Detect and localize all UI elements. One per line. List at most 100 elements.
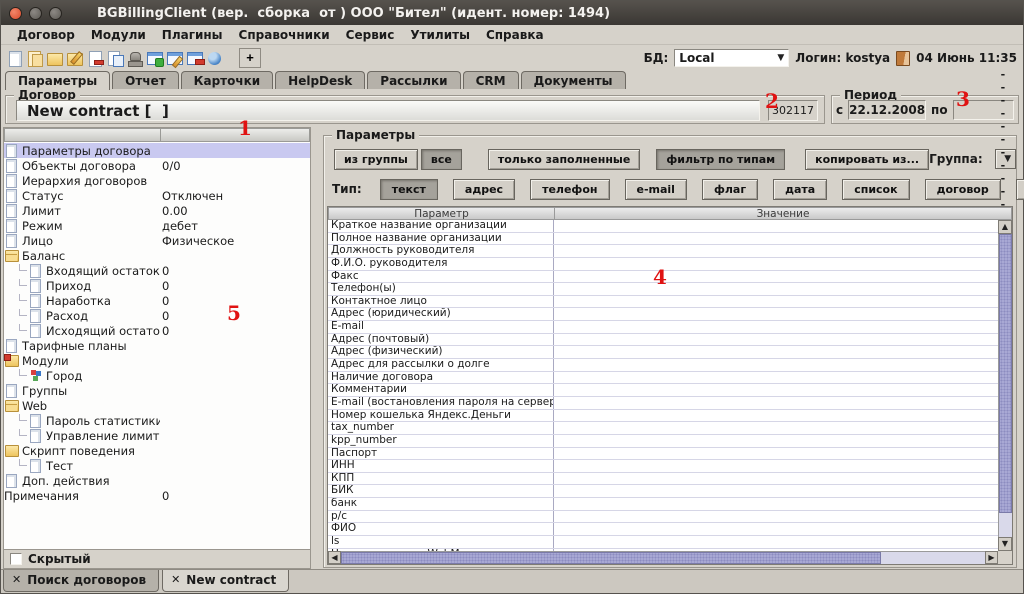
paste-document-icon[interactable]	[106, 50, 124, 67]
tree-item[interactable]: Режим дебет	[4, 218, 310, 233]
tree-item[interactable]: Лимит 0.00	[4, 203, 310, 218]
param-value-cell[interactable]	[554, 283, 998, 295]
tree-item[interactable]: Объекты договора 0/0	[4, 158, 310, 173]
table-row[interactable]: Должность руководителя	[328, 245, 998, 258]
table-row[interactable]: ИНН	[328, 460, 998, 473]
tree-item[interactable]: Входящий остаток 0	[4, 263, 310, 278]
tree-item[interactable]: Лицо Физическое	[4, 233, 310, 248]
menu-item[interactable]: Модули	[83, 26, 154, 44]
table-row[interactable]: tax_number	[328, 422, 998, 435]
scroll-left-icon[interactable]: ◀	[328, 551, 341, 564]
group-select[interactable]: -------------- ▼	[995, 149, 1017, 169]
bottom-tab[interactable]: ✕ New contract	[162, 570, 289, 592]
filter-button[interactable]: только заполненные	[488, 149, 641, 170]
period-from-field[interactable]: 22.12.2008	[848, 100, 926, 120]
filter-button[interactable]: из группы	[334, 149, 418, 170]
edit-folder-icon[interactable]	[66, 50, 84, 67]
param-value-cell[interactable]	[554, 435, 998, 447]
tree-header-cell[interactable]	[4, 128, 160, 142]
param-value-cell[interactable]	[554, 245, 998, 257]
table-row[interactable]: Адрес для рассылки о долге	[328, 359, 998, 372]
param-value-cell[interactable]	[554, 258, 998, 270]
table-row[interactable]: Адрес (юридический)	[328, 308, 998, 321]
main-tab[interactable]: Рассылки	[367, 71, 460, 89]
refresh-clock-icon[interactable]	[206, 50, 224, 67]
type-filter-button[interactable]: список	[842, 179, 909, 200]
table-row[interactable]: E-mail (востановления пароля на сервер с…	[328, 397, 998, 410]
close-tab-icon[interactable]: ✕	[12, 575, 21, 585]
table-row[interactable]: БИК	[328, 485, 998, 498]
horizontal-scrollbar-thumb[interactable]	[341, 552, 881, 564]
menu-item[interactable]: Плагины	[154, 26, 231, 44]
tree-item[interactable]: Пароль статистики	[4, 413, 310, 428]
table-row[interactable]: E-mail	[328, 321, 998, 334]
param-value-cell[interactable]	[554, 448, 998, 460]
tree-item[interactable]: Примечания 0	[4, 488, 310, 503]
copy-document-icon[interactable]	[26, 50, 44, 67]
table-row[interactable]: КПП	[328, 473, 998, 486]
open-folder-icon[interactable]	[46, 50, 64, 67]
param-value-cell[interactable]	[554, 397, 998, 409]
param-value-cell[interactable]	[554, 220, 998, 232]
menu-item[interactable]: Справка	[478, 26, 552, 44]
close-window-icon[interactable]	[186, 50, 204, 67]
exit-session-icon[interactable]	[896, 51, 910, 66]
table-row[interactable]: Полное название организации	[328, 233, 998, 246]
filter-button[interactable]: фильтр по типам	[656, 149, 785, 170]
tree-item[interactable]: Баланс	[4, 248, 310, 263]
contract-name-field[interactable]: New contract [ ]	[16, 100, 760, 121]
table-row[interactable]: р/с	[328, 511, 998, 524]
type-filter-button[interactable]: текст	[380, 179, 438, 200]
main-tab[interactable]: Документы	[521, 71, 626, 89]
tree-item[interactable]: Приход 0	[4, 278, 310, 293]
tree-item[interactable]: Исходящий остаток 0	[4, 323, 310, 338]
add-tab-button[interactable]: +	[239, 48, 261, 68]
filter-button[interactable]: все	[421, 149, 462, 170]
param-value-cell[interactable]	[554, 460, 998, 472]
main-tab[interactable]: HelpDesk	[275, 71, 365, 89]
param-value-cell[interactable]	[554, 233, 998, 245]
param-value-cell[interactable]	[554, 308, 998, 320]
param-value-cell[interactable]	[554, 536, 998, 548]
close-window-button[interactable]	[9, 7, 22, 20]
param-value-cell[interactable]	[554, 473, 998, 485]
param-value-cell[interactable]	[554, 372, 998, 384]
tree-item[interactable]: Город	[4, 368, 310, 383]
tree-item[interactable]: Управление лимитом	[4, 428, 310, 443]
close-tab-icon[interactable]: ✕	[171, 575, 180, 585]
table-row[interactable]: Комментарии	[328, 384, 998, 397]
bottom-tab[interactable]: ✕ Поиск договоров	[3, 570, 159, 592]
scroll-right-icon[interactable]: ▶	[985, 551, 998, 564]
type-filter-button[interactable]: флаг	[702, 179, 758, 200]
type-filter-button[interactable]: e-mail	[625, 179, 687, 200]
param-value-cell[interactable]	[554, 485, 998, 497]
type-filter-button[interactable]: адрес	[453, 179, 515, 200]
main-tab[interactable]: Карточки	[181, 71, 274, 89]
param-value-cell[interactable]	[554, 422, 998, 434]
stamp-icon[interactable]	[126, 50, 144, 67]
param-value-cell[interactable]	[554, 346, 998, 358]
param-value-cell[interactable]	[554, 384, 998, 396]
param-value-cell[interactable]	[554, 511, 998, 523]
main-tab[interactable]: CRM	[463, 71, 519, 89]
type-filter-button[interactable]: телефон	[530, 179, 609, 200]
table-row[interactable]: Адрес (физический)	[328, 346, 998, 359]
tree-item[interactable]: Статус Отключен	[4, 188, 310, 203]
horizontal-scrollbar[interactable]: ◀ ▶	[328, 551, 998, 564]
main-tab[interactable]: Отчет	[112, 71, 179, 89]
db-select[interactable]: Local ▼	[674, 49, 789, 67]
param-value-cell[interactable]	[554, 498, 998, 510]
type-filter-button[interactable]: дата	[773, 179, 827, 200]
table-row[interactable]: ФИО	[328, 523, 998, 536]
column-header-value[interactable]: Значение	[554, 207, 1012, 220]
tree-item[interactable]: Расход 0	[4, 308, 310, 323]
vertical-scrollbar-thumb[interactable]	[999, 234, 1012, 513]
param-value-cell[interactable]	[554, 359, 998, 371]
table-row[interactable]: kpp_number	[328, 435, 998, 448]
tree-item[interactable]: Тест	[4, 458, 310, 473]
delete-document-icon[interactable]	[86, 50, 104, 67]
table-row[interactable]: банк	[328, 498, 998, 511]
minimize-window-button[interactable]	[29, 7, 42, 20]
table-row[interactable]: Наличие договора	[328, 372, 998, 385]
type-filter-button[interactable]: договор	[925, 179, 1001, 200]
